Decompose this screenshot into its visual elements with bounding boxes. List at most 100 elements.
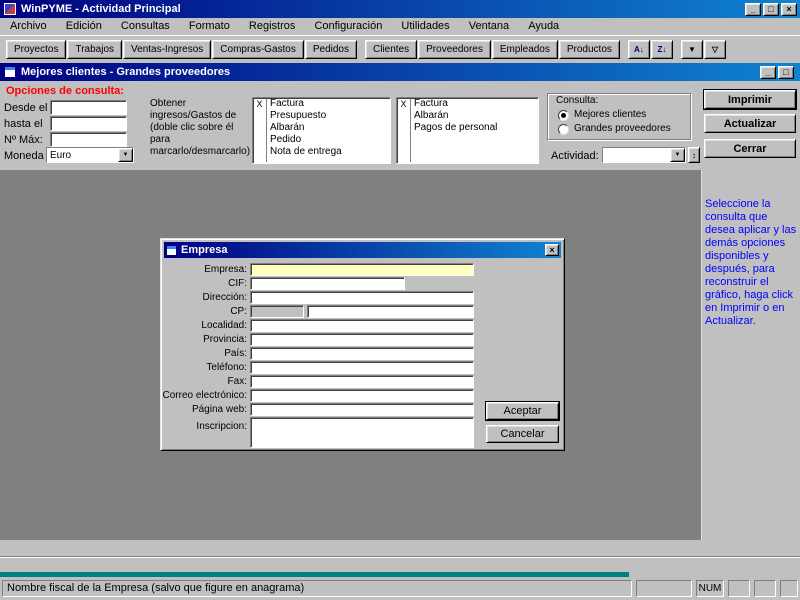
imprimir-button[interactable]: Imprimir [704, 90, 796, 109]
sort-ascending-button[interactable]: A↓ [627, 39, 650, 59]
gastos-item-pagos-personal[interactable]: Pagos de personal [397, 122, 538, 134]
remove-filter-icon: ▽ [711, 44, 718, 54]
menu-formato[interactable]: Formato [181, 18, 238, 35]
ingresos-item-factura[interactable]: X Factura [253, 98, 390, 110]
localidad-input[interactable] [250, 319, 474, 332]
gastos-listbox[interactable]: X Factura Albarán Pagos de personal [396, 97, 539, 164]
radio-mejores-clientes-label[interactable]: Mejores clientes [574, 109, 646, 121]
child-maximize-button[interactable]: □ [778, 65, 794, 79]
toolbar-pedidos-button[interactable]: Pedidos [304, 39, 357, 59]
desde-input[interactable] [50, 100, 127, 115]
toolbar-button-label: Productos [566, 43, 612, 55]
status-message-panel: Nombre fiscal de la Empresa (salvo que f… [2, 580, 632, 597]
toolbar-proyectos-button[interactable]: Proyectos [6, 39, 67, 59]
cancelar-button[interactable]: Cancelar [486, 425, 559, 443]
actividad-spinner[interactable]: ↕ [688, 147, 700, 163]
menu-ventana[interactable]: Ventana [461, 18, 517, 35]
inscripcion-textarea[interactable] [250, 417, 474, 448]
bottom-strip [0, 540, 800, 573]
cp-input[interactable] [250, 305, 304, 318]
pais-field-label: País: [224, 348, 247, 359]
menu-configuracion[interactable]: Configuración [306, 18, 390, 35]
toolbar-button-label: Proyectos [14, 43, 59, 55]
menu-ayuda[interactable]: Ayuda [520, 18, 567, 35]
spinner-icon: ↕ [692, 150, 696, 160]
status-panel-empty [754, 580, 776, 597]
filter-button[interactable]: ▼ [680, 39, 703, 59]
minimize-button[interactable]: _ [745, 2, 761, 16]
toolbar-button-label: Pedidos [312, 43, 349, 55]
main-title-bar: WinPYME - Actividad Principal _ □ × [0, 0, 800, 18]
hasta-input[interactable] [50, 116, 127, 131]
web-input[interactable] [250, 403, 474, 416]
item-mark [253, 146, 266, 158]
menu-archivo[interactable]: Archivo [2, 18, 55, 35]
imprimir-label: Imprimir [727, 93, 772, 106]
child-minimize-button[interactable]: _ [760, 65, 776, 79]
toolbar-trabajos-button[interactable]: Trabajos [67, 39, 123, 59]
ingresos-item-presupuesto[interactable]: Presupuesto [253, 110, 390, 122]
sort-descending-icon: Z↓ [657, 44, 667, 54]
maximize-button[interactable]: □ [763, 2, 779, 16]
menu-consultas[interactable]: Consultas [113, 18, 178, 35]
cp-extra-input[interactable] [307, 305, 474, 318]
empresa-input[interactable] [250, 263, 474, 276]
localidad-field-label: Localidad: [201, 320, 247, 331]
actualizar-button[interactable]: Actualizar [704, 114, 796, 133]
telefono-input[interactable] [250, 361, 474, 374]
num-max-input[interactable] [50, 132, 127, 147]
status-message: Nombre fiscal de la Empresa (salvo que f… [7, 582, 305, 594]
ingresos-item-pedido[interactable]: Pedido [253, 134, 390, 146]
actividad-combo[interactable]: ▼ [602, 147, 686, 163]
radio-grandes-proveedores-label[interactable]: Grandes proveedores [574, 123, 671, 135]
dialog-title: Empresa [181, 244, 228, 256]
toolbar-separator [358, 40, 365, 59]
sort-descending-button[interactable]: Z↓ [650, 39, 673, 59]
gastos-item-albaran[interactable]: Albarán [397, 110, 538, 122]
toolbar-ventas-ingresos-button[interactable]: Ventas-Ingresos [123, 39, 212, 59]
menu-registros[interactable]: Registros [241, 18, 303, 35]
toolbar-productos-button[interactable]: Productos [558, 39, 620, 59]
web-field-label: Página web: [191, 404, 247, 415]
ingresos-item-nota-entrega[interactable]: Nota de entrega [253, 146, 390, 158]
cif-input[interactable] [250, 277, 405, 290]
menu-edicion[interactable]: Edición [58, 18, 110, 35]
dialog-close-button[interactable]: × [545, 244, 559, 256]
status-panel-empty [636, 580, 692, 597]
dropdown-icon: ▼ [674, 152, 681, 158]
fax-input[interactable] [250, 375, 474, 388]
ingresos-item-albaran[interactable]: Albarán [253, 122, 390, 134]
toolbar-proveedores-button[interactable]: Proveedores [418, 39, 491, 59]
pais-input[interactable] [250, 347, 474, 360]
close-icon: × [786, 4, 792, 14]
item-label: Albarán [270, 122, 305, 133]
gastos-item-factura[interactable]: X Factura [397, 98, 538, 110]
toolbar-empleados-button[interactable]: Empleados [491, 39, 558, 59]
aceptar-button[interactable]: Aceptar [486, 402, 559, 420]
correo-input[interactable] [250, 389, 474, 402]
toolbar-separator [621, 40, 628, 59]
child-window-title-bar[interactable]: Mejores clientes - Grandes proveedores _… [0, 63, 800, 81]
window-title: WinPYME - Actividad Principal [21, 3, 181, 15]
dialog-title-bar[interactable]: Empresa × [164, 242, 561, 258]
radio-grandes-proveedores[interactable] [558, 124, 569, 135]
item-label: Albarán [414, 110, 449, 121]
cerrar-label: Cerrar [733, 142, 767, 155]
menu-bar: Archivo Edición Consultas Formato Regist… [0, 18, 800, 35]
telefono-field-label: Teléfono: [206, 362, 247, 373]
toolbar-compras-gastos-button[interactable]: Compras-Gastos [212, 39, 304, 59]
actividad-dropdown-button[interactable]: ▼ [670, 148, 685, 162]
toolbar-clientes-button[interactable]: Clientes [365, 39, 418, 59]
ingresos-listbox[interactable]: X Factura Presupuesto Albarán Pedido Not… [252, 97, 391, 164]
moneda-dropdown-button[interactable]: ▼ [118, 148, 133, 162]
provincia-input[interactable] [250, 333, 474, 346]
remove-filter-button[interactable]: ▽ [703, 39, 726, 59]
radio-mejores-clientes[interactable] [558, 110, 569, 121]
menu-utilidades[interactable]: Utilidades [393, 18, 457, 35]
toolbar-button-label: Clientes [373, 43, 410, 55]
maximize-icon: □ [768, 4, 774, 14]
cerrar-button[interactable]: Cerrar [704, 139, 796, 158]
close-button[interactable]: × [781, 2, 797, 16]
moneda-combo[interactable]: Euro ▼ [46, 147, 134, 163]
direccion-input[interactable] [250, 291, 474, 304]
